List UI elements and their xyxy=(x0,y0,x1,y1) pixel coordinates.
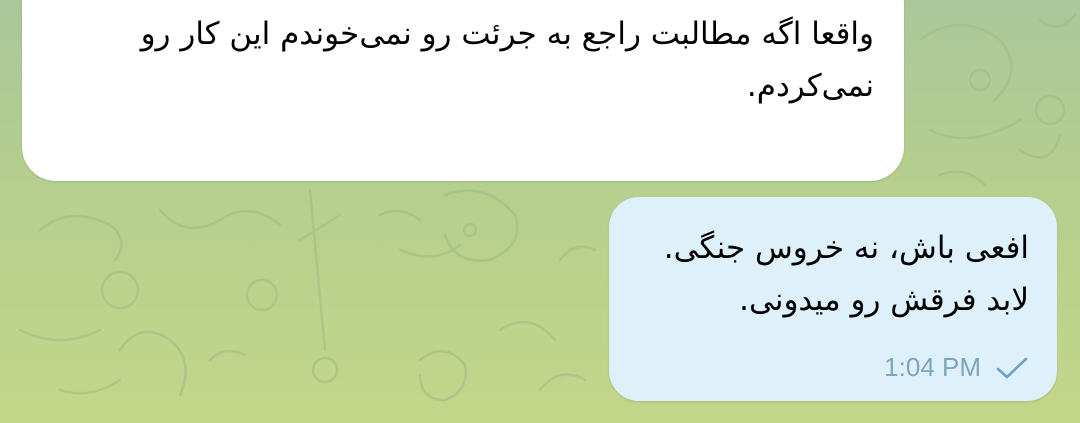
message-meta: 1:04 PM xyxy=(884,352,1029,383)
incoming-message-bubble[interactable]: واقعا اگه مطالبت راجع به جرئت رو نمی‌خون… xyxy=(22,0,904,181)
single-check-icon xyxy=(996,357,1028,378)
outgoing-message-text: افعی باش، نه خروس جنگی. لابد فرقش رو مید… xyxy=(663,230,1029,318)
outgoing-message-bubble[interactable]: افعی باش، نه خروس جنگی. لابد فرقش رو مید… xyxy=(609,197,1057,401)
message-time: 1:04 PM xyxy=(884,352,981,382)
incoming-message-text: واقعا اگه مطالبت راجع به جرئت رو نمی‌خون… xyxy=(140,16,874,104)
